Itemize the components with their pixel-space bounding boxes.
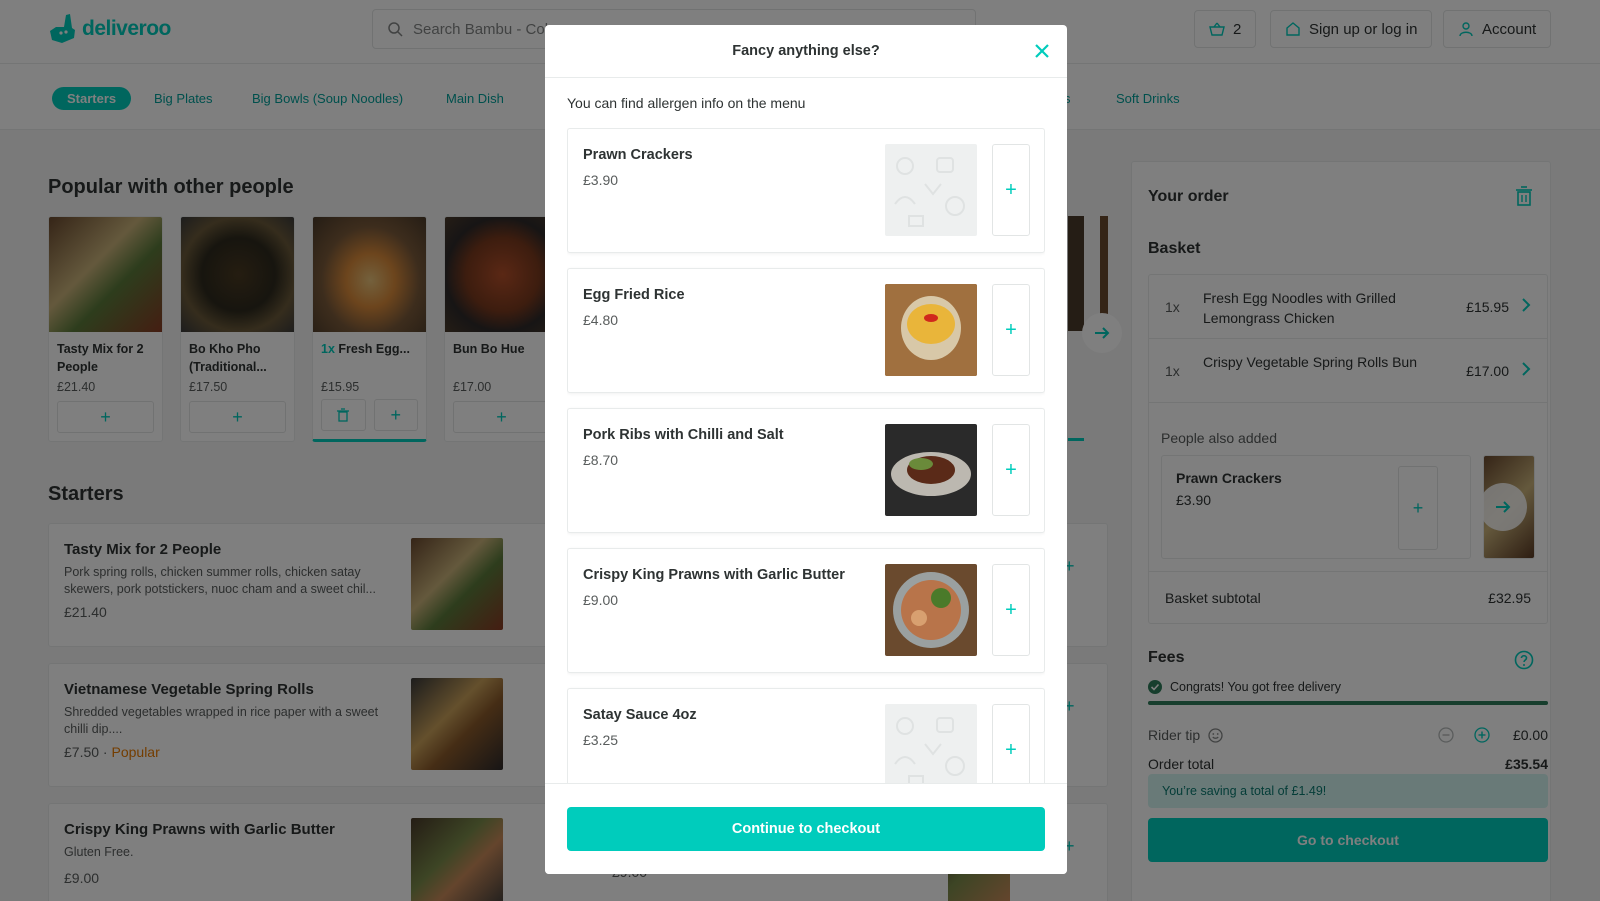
upsell-item-card[interactable]: Egg Fried Rice £4.80 +: [567, 268, 1045, 393]
upsell-item-list[interactable]: Prawn Crackers £3.90 + Egg Fried Rice £4…: [567, 128, 1045, 808]
upsell-item-price: £3.90: [583, 172, 619, 188]
upsell-item-card[interactable]: Pork Ribs with Chilli and Salt £8.70 +: [567, 408, 1045, 533]
placeholder-image: [885, 144, 977, 236]
upsell-modal: Fancy anything else? You can find allerg…: [545, 25, 1067, 874]
close-icon: [1035, 44, 1049, 58]
continue-to-checkout-button[interactable]: Continue to checkout: [567, 807, 1045, 851]
add-button[interactable]: +: [992, 564, 1030, 656]
modal-header: Fancy anything else?: [545, 25, 1067, 78]
add-button[interactable]: +: [992, 424, 1030, 516]
upsell-item-price: £4.80: [583, 312, 619, 328]
upsell-item-name: Pork Ribs with Chilli and Salt: [583, 427, 784, 443]
upsell-item-card[interactable]: Crispy King Prawns with Garlic Butter £9…: [567, 548, 1045, 673]
plus-icon: +: [1005, 598, 1017, 621]
add-button[interactable]: +: [992, 284, 1030, 376]
modal-title: Fancy anything else?: [732, 43, 880, 59]
plus-icon: +: [1005, 178, 1017, 201]
add-button[interactable]: +: [992, 144, 1030, 236]
plus-icon: +: [1005, 318, 1017, 341]
upsell-item-name: Egg Fried Rice: [583, 287, 685, 303]
upsell-item-name: Prawn Crackers: [583, 147, 693, 163]
allergen-info-text: You can find allergen info on the menu: [567, 95, 806, 111]
modal-footer: Continue to checkout: [545, 783, 1067, 874]
plus-icon: +: [1005, 458, 1017, 481]
close-button[interactable]: [1031, 40, 1053, 62]
food-image: [885, 564, 977, 656]
upsell-item-card[interactable]: Prawn Crackers £3.90 +: [567, 128, 1045, 253]
upsell-item-name: Crispy King Prawns with Garlic Butter: [583, 567, 845, 583]
food-image: [885, 284, 977, 376]
upsell-item-price: £9.00: [583, 592, 619, 608]
plus-icon: +: [1005, 738, 1017, 761]
upsell-item-price: £3.25: [583, 732, 619, 748]
upsell-item-price: £8.70: [583, 452, 619, 468]
food-image: [885, 424, 977, 516]
upsell-item-name: Satay Sauce 4oz: [583, 707, 697, 723]
